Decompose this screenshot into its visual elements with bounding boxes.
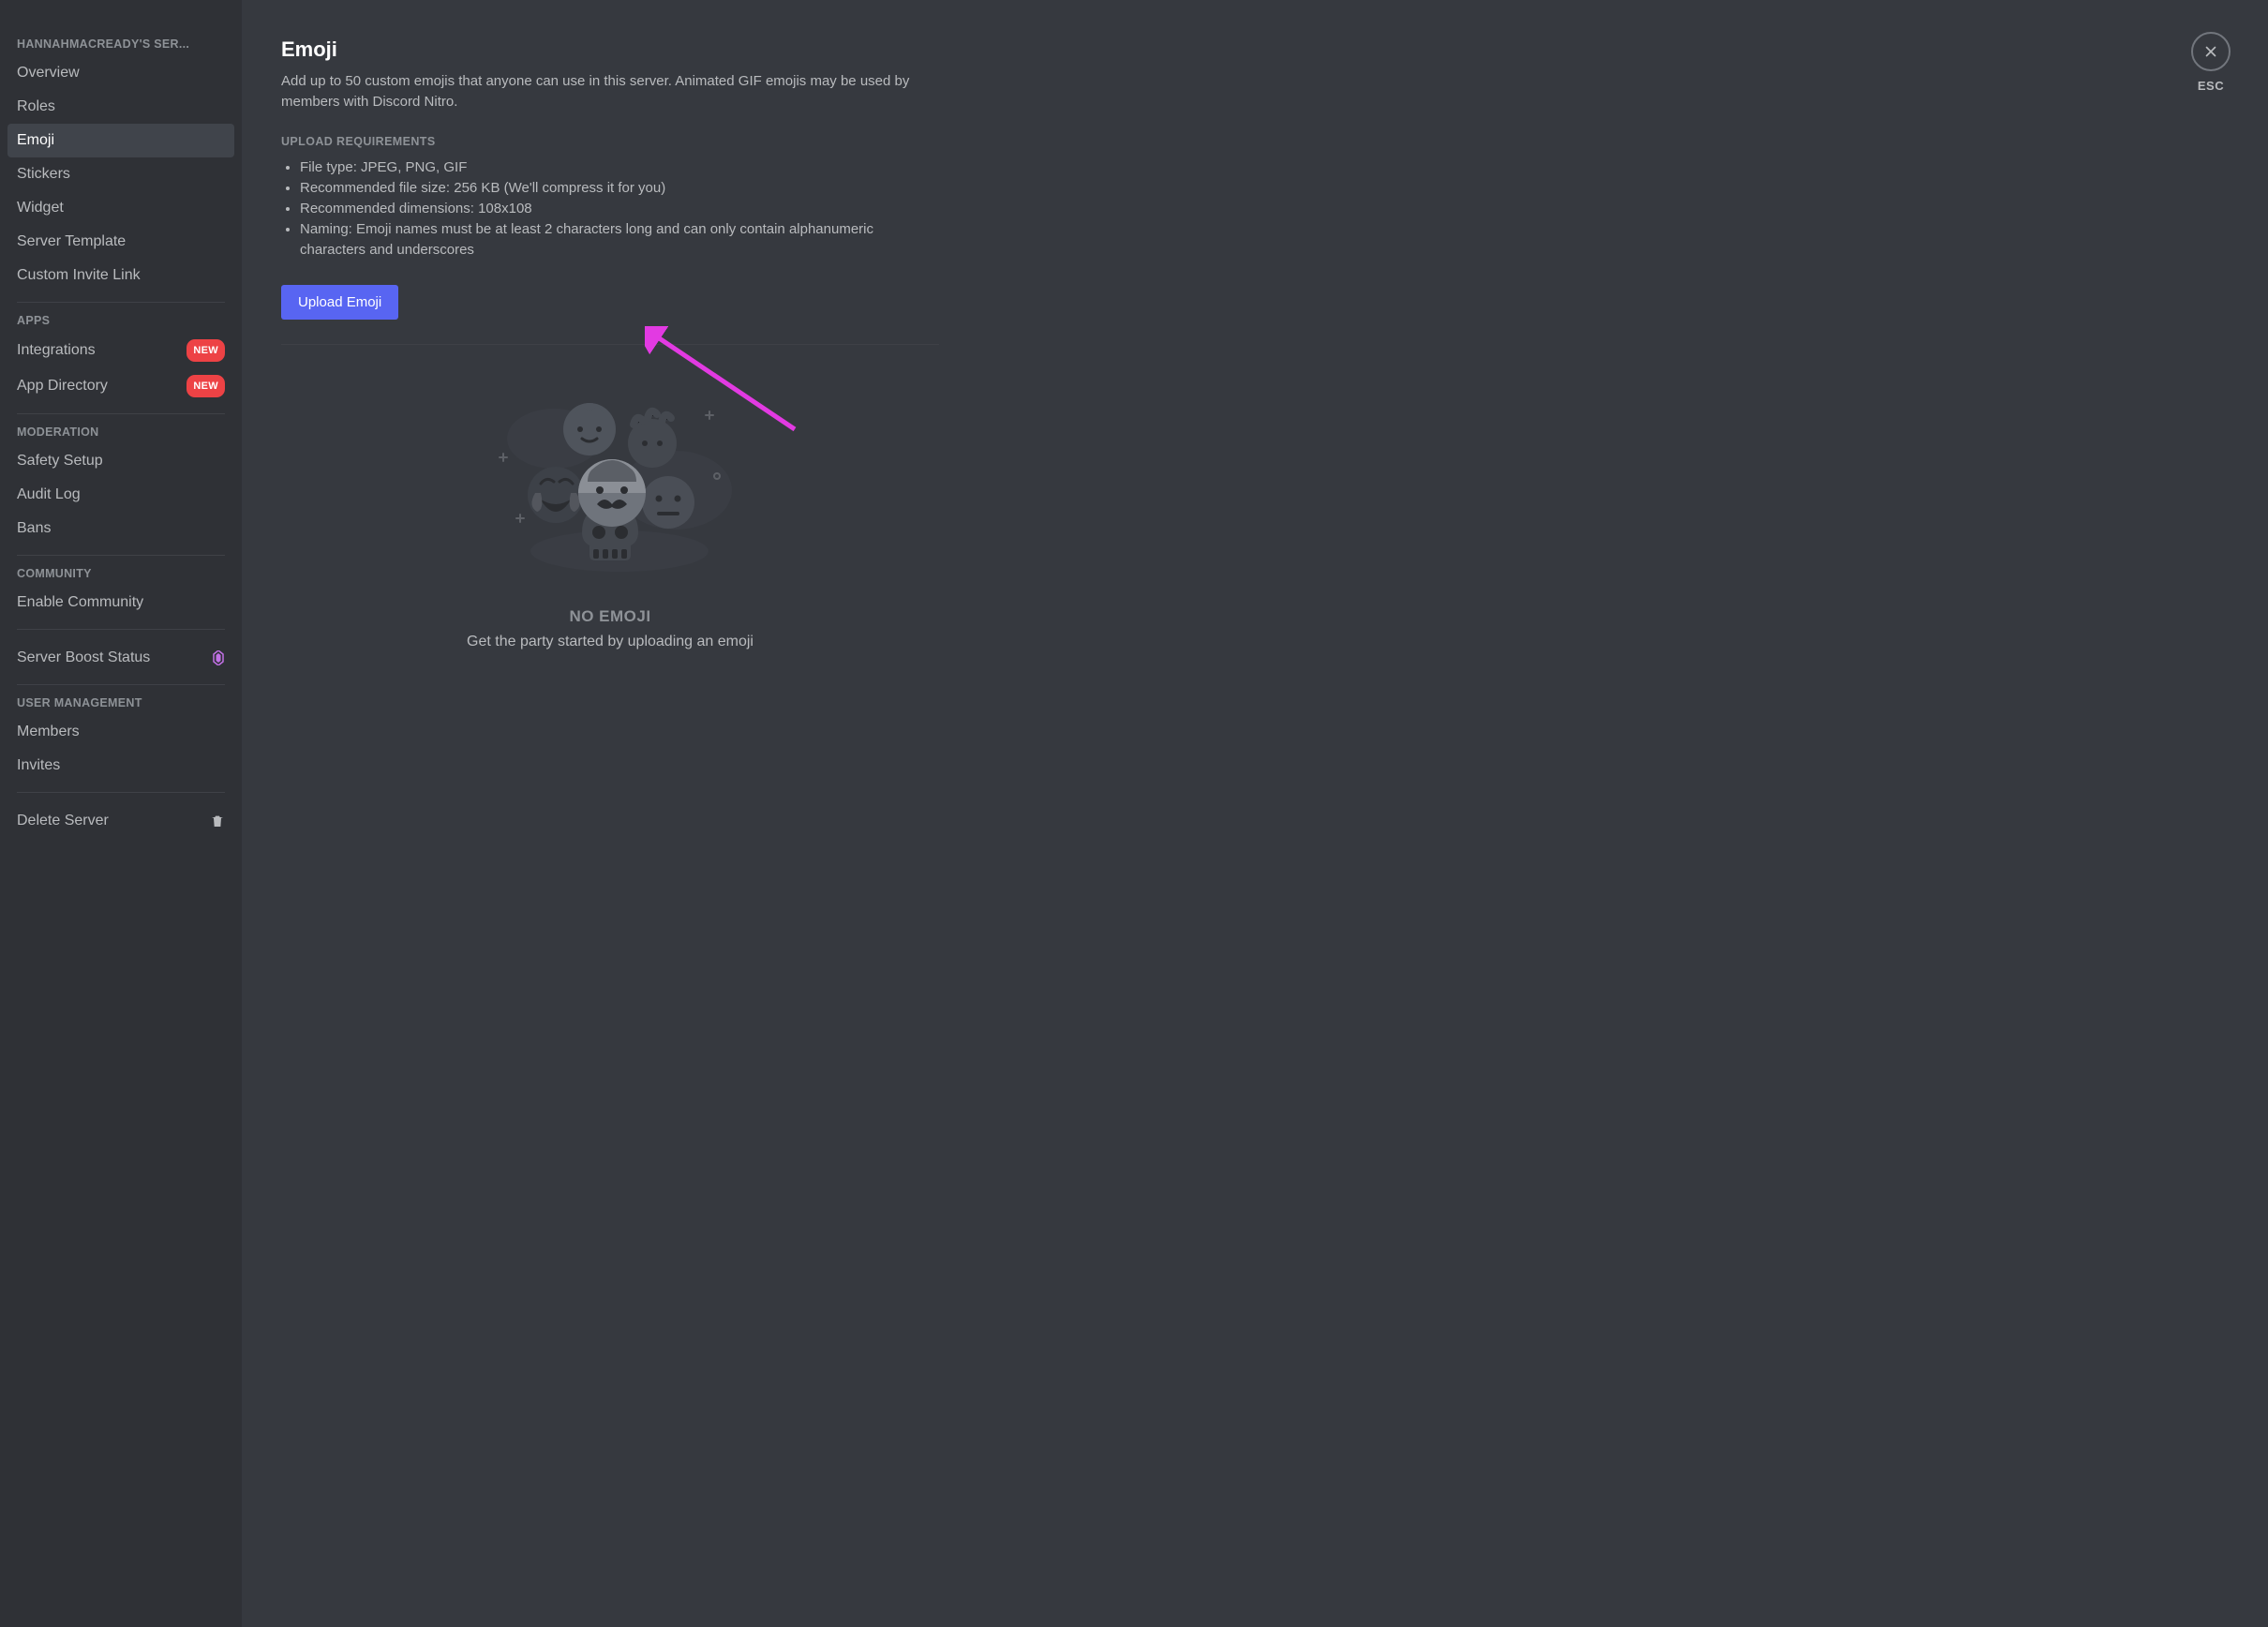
requirement-item: File type: JPEG, PNG, GIF — [300, 157, 939, 178]
sidebar-server-name-header: HANNAHMACREADY'S SER... — [7, 37, 234, 56]
no-emoji-illustration — [488, 382, 732, 579]
sidebar-item-label: Overview — [17, 63, 225, 83]
sidebar-item-overview[interactable]: Overview — [7, 56, 234, 90]
sidebar-item-label: Bans — [17, 518, 225, 539]
sidebar-item-audit-log[interactable]: Audit Log — [7, 478, 234, 512]
sidebar-item-app-directory[interactable]: App Directory NEW — [7, 368, 234, 404]
trash-icon — [210, 814, 225, 828]
sidebar-item-label: Enable Community — [17, 592, 225, 613]
requirement-item: Recommended file size: 256 KB (We'll com… — [300, 178, 939, 199]
upload-emoji-button[interactable]: Upload Emoji — [281, 285, 398, 320]
sidebar-item-widget[interactable]: Widget — [7, 191, 234, 225]
sidebar-item-label: Roles — [17, 97, 225, 117]
sidebar-item-delete-server[interactable]: Delete Server — [7, 804, 234, 838]
requirement-item: Naming: Emoji names must be at least 2 c… — [300, 219, 939, 261]
sidebar-item-roles[interactable]: Roles — [7, 90, 234, 124]
sidebar-item-safety-setup[interactable]: Safety Setup — [7, 444, 234, 478]
sidebar-item-label: Integrations — [17, 340, 187, 361]
server-settings-sidebar: HANNAHMACREADY'S SER... Overview Roles E… — [0, 0, 242, 1627]
sidebar-moderation-header: MODERATION — [7, 425, 234, 444]
sidebar-item-label: App Directory — [17, 376, 187, 396]
sidebar-community-header: COMMUNITY — [7, 567, 234, 586]
empty-state-title: NO EMOJI — [281, 607, 939, 626]
settings-content: Emoji Add up to 50 custom emojis that an… — [242, 0, 2268, 1627]
empty-state-subtitle: Get the party started by uploading an em… — [281, 634, 939, 650]
new-badge: NEW — [187, 375, 225, 397]
sidebar-item-members[interactable]: Members — [7, 715, 234, 749]
sidebar-divider — [17, 684, 225, 685]
sidebar-divider — [17, 792, 225, 793]
upload-requirements-header: UPLOAD REQUIREMENTS — [281, 135, 939, 148]
boost-gem-icon — [212, 651, 225, 664]
empty-state: NO EMOJI Get the party started by upload… — [281, 382, 939, 650]
upload-requirements-list: File type: JPEG, PNG, GIF Recommended fi… — [281, 157, 939, 261]
sidebar-item-label: Server Boost Status — [17, 648, 212, 668]
sidebar-item-label: Delete Server — [17, 811, 210, 831]
sidebar-item-label: Audit Log — [17, 485, 225, 505]
page-description: Add up to 50 custom emojis that anyone c… — [281, 71, 939, 112]
sidebar-item-label: Server Template — [17, 231, 225, 252]
sidebar-item-label: Custom Invite Link — [17, 265, 225, 286]
sidebar-item-server-template[interactable]: Server Template — [7, 225, 234, 259]
sidebar-divider — [17, 555, 225, 556]
sidebar-item-invites[interactable]: Invites — [7, 749, 234, 783]
requirement-item: Recommended dimensions: 108x108 — [300, 199, 939, 219]
sidebar-divider — [17, 629, 225, 630]
sidebar-item-custom-invite-link[interactable]: Custom Invite Link — [7, 259, 234, 292]
close-esc-label: ESC — [2191, 79, 2231, 93]
sidebar-item-emoji[interactable]: Emoji — [7, 124, 234, 157]
section-divider — [281, 344, 939, 345]
sidebar-item-label: Members — [17, 722, 225, 742]
close-settings-button[interactable]: ESC — [2191, 32, 2231, 93]
sidebar-divider — [17, 413, 225, 414]
sidebar-item-label: Stickers — [17, 164, 225, 185]
sidebar-item-label: Safety Setup — [17, 451, 225, 471]
new-badge: NEW — [187, 339, 225, 362]
close-icon — [2191, 32, 2231, 71]
sidebar-item-bans[interactable]: Bans — [7, 512, 234, 545]
sidebar-item-label: Widget — [17, 198, 225, 218]
sidebar-item-server-boost-status[interactable]: Server Boost Status — [7, 641, 234, 675]
sidebar-item-integrations[interactable]: Integrations NEW — [7, 333, 234, 368]
sidebar-item-label: Emoji — [17, 130, 225, 151]
sidebar-item-label: Invites — [17, 755, 225, 776]
sidebar-user-management-header: USER MANAGEMENT — [7, 696, 234, 715]
sidebar-item-stickers[interactable]: Stickers — [7, 157, 234, 191]
sidebar-item-enable-community[interactable]: Enable Community — [7, 586, 234, 619]
page-title: Emoji — [281, 37, 939, 62]
sidebar-apps-header: APPS — [7, 314, 234, 333]
sidebar-divider — [17, 302, 225, 303]
